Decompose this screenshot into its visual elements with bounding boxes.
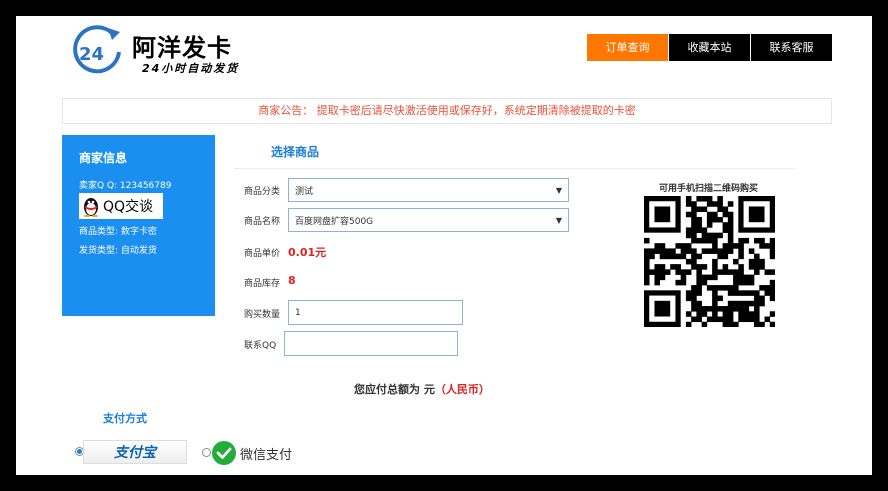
watermark-text: 上岸9863003 (732, 448, 862, 472)
section-divider (234, 168, 796, 169)
qr-caption: 可用手机扫描二维码购买 (659, 184, 759, 194)
total-currency: （人民币） (434, 383, 490, 396)
wechat-radio[interactable] (202, 448, 211, 457)
unit-price-label: 商品单价 (244, 249, 281, 259)
quantity-value: 1 (295, 307, 301, 318)
payment-method-title: 支付方式 (103, 412, 147, 425)
qr-code-icon[interactable] (644, 196, 775, 327)
seller-qq: 卖家Q Q: 123456789 (79, 181, 172, 191)
contact-qq-label: 联系QQ (244, 341, 277, 351)
alipay-option[interactable]: 支付宝 (83, 440, 187, 464)
wechat-pay-option[interactable]: 微信支付 (212, 441, 292, 465)
qq-chat-button[interactable]: QQ交谈 (79, 193, 163, 219)
page: 24 阿洋发卡 24小时自动发货 订单查询 收藏本站 联系客服 商家公告： 提取… (16, 16, 872, 475)
shipping-type: 发货类型: 自动发货 (79, 246, 157, 256)
site-logo[interactable]: 24 阿洋发卡 24小时自动发货 (68, 22, 258, 80)
brand-name: 阿洋发卡 (132, 33, 232, 62)
category-label: 商品分类 (244, 187, 281, 197)
total-amount: 您应付总额为 元（人民币） (354, 381, 490, 397)
contact-qq-input[interactable] (284, 331, 458, 356)
clock-24-icon: 24 (73, 25, 121, 74)
goods-type: 商品类型: 数字卡密 (79, 227, 157, 237)
stock-label: 商品库存 (244, 279, 281, 289)
qq-penguin-icon (84, 198, 98, 217)
merchant-notice: 商家公告： 提取卡密后请尽快激活使用或保存好，系统定期清除被提取的卡密 (62, 98, 832, 124)
nav-contact-support[interactable]: 联系客服 (751, 34, 832, 61)
slogan: 24小时自动发货 (142, 62, 240, 75)
alipay-logo-text: 支付宝 (114, 445, 156, 461)
chevron-down-icon: ▼ (555, 216, 562, 225)
merchant-info-title: 商家信息 (79, 151, 128, 165)
chevron-down-icon: ▼ (555, 186, 562, 195)
quantity-label: 购买数量 (244, 310, 281, 320)
unit-price-value: 0.01元 (288, 246, 327, 259)
wechat-pay-icon (212, 441, 236, 465)
category-value: 测试 (295, 186, 314, 197)
svg-text:24: 24 (79, 44, 104, 65)
nav-order-query[interactable]: 订单查询 (587, 34, 668, 61)
qq-chat-label: QQ交谈 (103, 199, 154, 215)
select-product-title: 选择商品 (271, 145, 320, 159)
product-name-select[interactable]: 百度网盘扩容500G ▼ (288, 208, 569, 232)
merchant-info-card: 商家信息 卖家Q Q: 123456789 QQ交谈 商品类型: 数字卡密 发货… (62, 135, 215, 316)
wechat-pay-label: 微信支付 (240, 447, 293, 463)
product-name-label: 商品名称 (244, 217, 281, 227)
stock-value: 8 (288, 274, 296, 287)
top-nav: 订单查询 收藏本站 联系客服 (587, 34, 833, 61)
nav-bookmark[interactable]: 收藏本站 (669, 34, 750, 61)
quantity-input[interactable]: 1 (288, 300, 463, 325)
total-text: 您应付总额为 元 (354, 383, 435, 396)
product-name-value: 百度网盘扩容500G (295, 216, 374, 227)
category-select[interactable]: 测试 ▼ (288, 178, 569, 202)
